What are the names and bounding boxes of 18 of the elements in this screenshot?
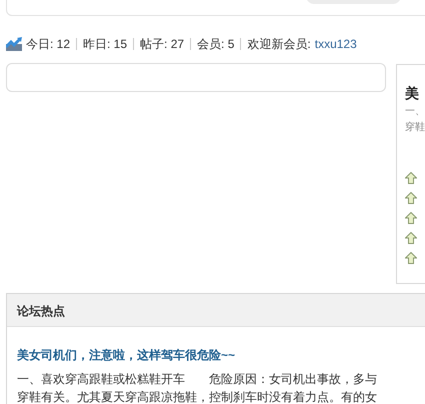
member-link[interactable]: txxu123 [314,35,357,53]
up-arrow-icon [405,212,417,224]
up-arrow-icon [405,252,417,264]
side-text: 一、 [405,105,425,119]
post-title-link[interactable]: 美女司机们，注意啦，这样驾车很危险~~ [17,346,236,364]
stat-text: 今日: 12 [26,36,70,53]
stat-text: 帖子: 27 [140,36,184,53]
post-excerpt: 一、喜欢穿高跟鞋或松糕鞋开车 危险原因：女司机出事故，多与穿鞋有关。尤其夏天穿高跟凉拖鞋，控制刹车时没有着力点。有的女 [17,371,378,404]
stat-text: 昨日: 15 [83,36,128,53]
up-arrow-icon [405,232,417,244]
up-arrow-icon [405,192,417,204]
section-heading: 论坛热点 [17,303,65,320]
up-arrow-icon [405,172,417,184]
side-text: 穿鞋 [405,120,425,135]
side-title: 美 [405,84,420,102]
stat-text: 会员: 5 [197,36,234,53]
welcome-label: 欢迎新会员: [247,36,311,53]
chart-icon [6,37,22,51]
